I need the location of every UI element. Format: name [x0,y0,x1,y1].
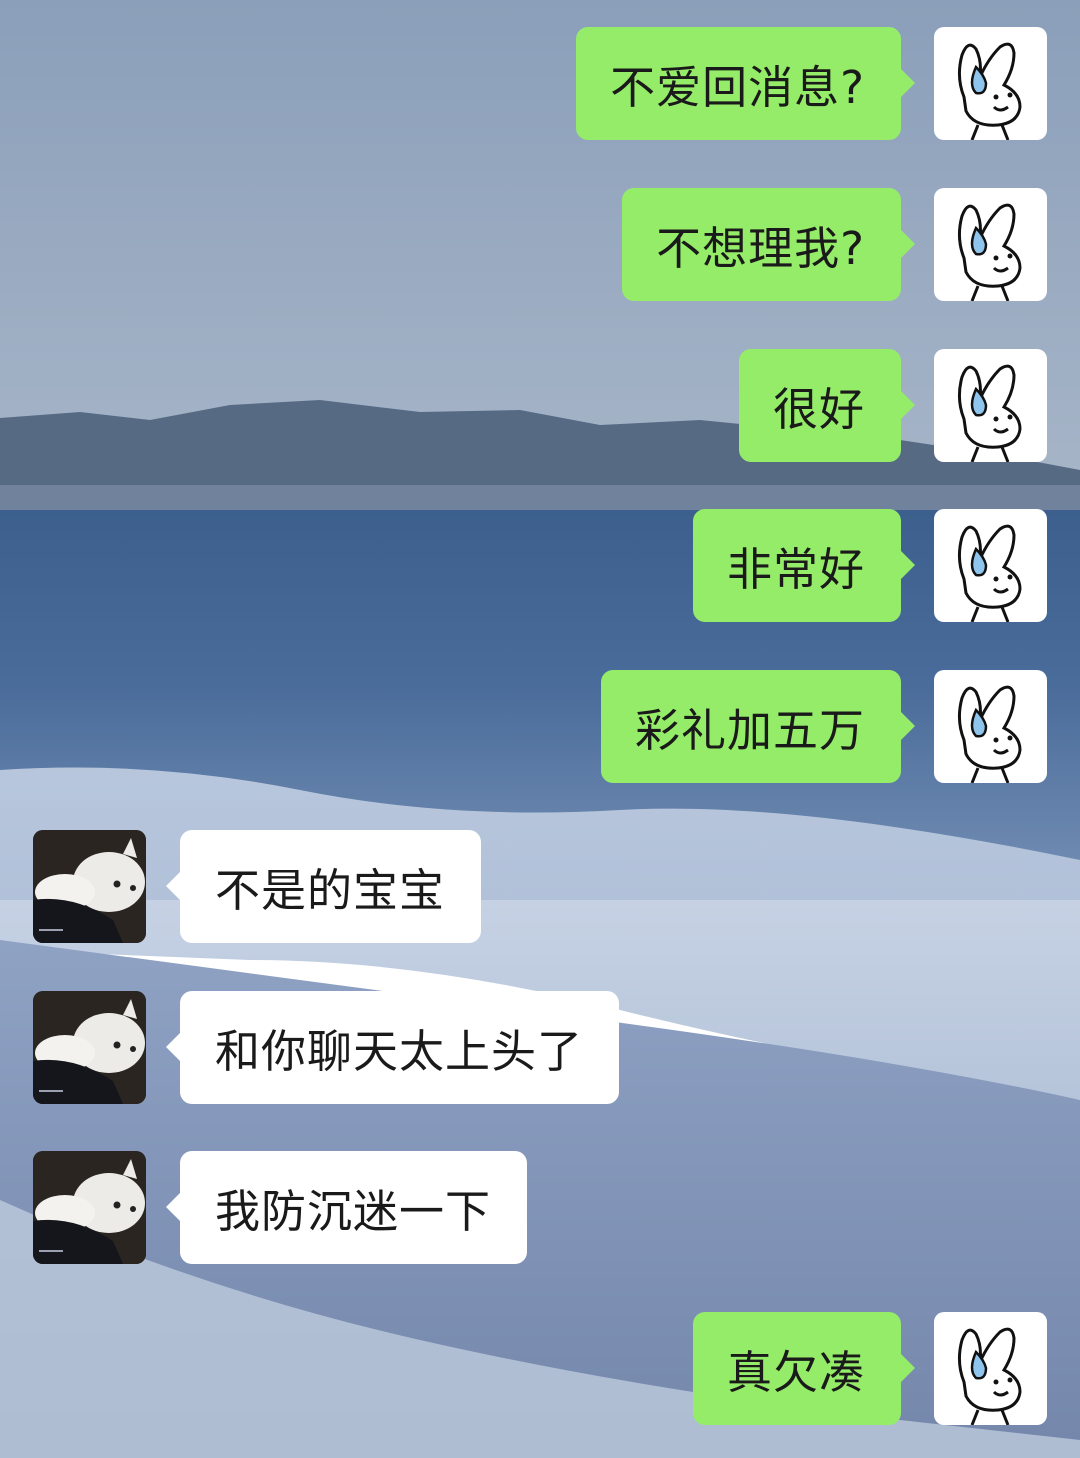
message-row-me: 不想理我? [615,188,1047,301]
my-message-bubble[interactable]: 不想理我? [622,188,915,301]
their-message-bubble[interactable]: 不是的宝宝 [165,830,482,943]
my-message-bubble[interactable]: 真欠凑 [692,1312,916,1425]
their-message-bubble[interactable]: 和你聊天太上头了 [165,991,620,1104]
my-message-bubble[interactable]: 不爱回消息? [576,27,915,140]
message-row-me: 非常好 [690,509,1047,622]
message-text: 我防沉迷一下 [215,1185,492,1238]
message-row-them: 和你聊天太上头了 [33,991,631,1104]
message-text: 彩礼加五万 [634,704,865,757]
message-text: 非常好 [726,543,865,596]
my-message-bubble[interactable]: 很好 [738,349,916,462]
message-text: 和你聊天太上头了 [215,1025,584,1078]
contact-avatar-cat-icon[interactable] [33,830,146,943]
message-row-them: 我防沉迷一下 [33,1151,535,1264]
my-avatar-rabbit-icon[interactable] [934,27,1047,140]
message-row-me: 真欠凑 [690,1312,1047,1425]
message-text: 不是的宝宝 [215,864,446,917]
contact-avatar-cat-icon[interactable] [33,991,146,1104]
message-row-me: 很好 [737,349,1047,462]
their-message-bubble[interactable]: 我防沉迷一下 [165,1151,528,1264]
my-message-bubble[interactable]: 彩礼加五万 [600,670,916,783]
my-avatar-rabbit-icon[interactable] [934,349,1047,462]
my-avatar-rabbit-icon[interactable] [934,1312,1047,1425]
my-avatar-rabbit-icon[interactable] [934,509,1047,622]
my-avatar-rabbit-icon[interactable] [934,188,1047,301]
my-message-bubble[interactable]: 非常好 [692,509,916,622]
message-row-me: 不爱回消息? [568,27,1047,140]
message-text: 真欠凑 [726,1346,865,1399]
message-text: 不想理我? [656,222,865,275]
message-text: 不爱回消息? [610,61,865,114]
message-row-them: 不是的宝宝 [33,830,487,943]
message-text: 很好 [772,383,865,436]
contact-avatar-cat-icon[interactable] [33,1151,146,1264]
message-row-me: 彩礼加五万 [593,670,1047,783]
my-avatar-rabbit-icon[interactable] [934,670,1047,783]
